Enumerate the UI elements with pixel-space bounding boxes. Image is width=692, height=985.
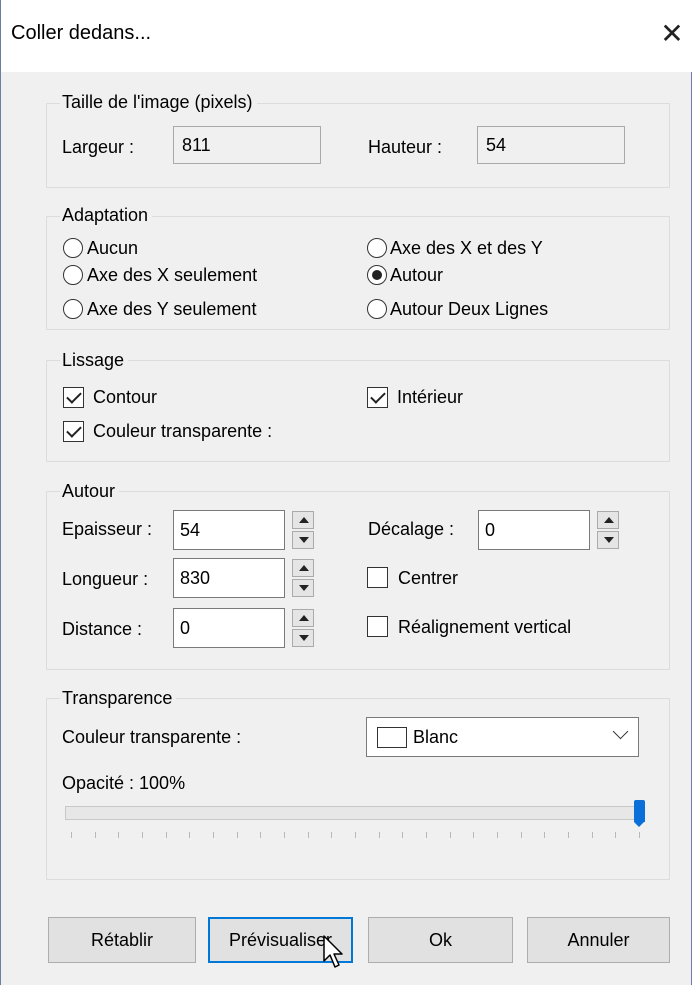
slider-tick [331, 832, 333, 838]
radio-axe-x-label[interactable]: Axe des X seulement [87, 265, 257, 286]
slider-tick [260, 832, 262, 838]
longueur-input[interactable]: 830 [173, 558, 285, 598]
radio-axe-xy-label[interactable]: Axe des X et des Y [390, 238, 543, 259]
opacity-label: Opacité : 100% [62, 773, 186, 793]
distance-label: Distance : [62, 619, 143, 639]
radio-aucun-label[interactable]: Aucun [87, 238, 138, 259]
chevron-down-icon[interactable] [612, 723, 629, 740]
epaisseur-input[interactable]: 54 [173, 510, 285, 550]
ok-button[interactable]: Ok [368, 917, 513, 963]
interieur-checkbox[interactable] [367, 387, 388, 408]
slider-tick [307, 832, 309, 838]
longueur-spinner[interactable] [292, 559, 314, 597]
spin-down-icon[interactable] [292, 579, 314, 597]
slider-tick [165, 832, 167, 838]
slider-tick [378, 832, 380, 838]
spin-down-icon[interactable] [292, 531, 314, 549]
slider-tick [355, 832, 356, 838]
radio-axe-y[interactable] [63, 299, 83, 319]
transparent-color-select[interactable]: Blanc [366, 717, 639, 757]
reset-button[interactable]: Rétablir [48, 917, 196, 963]
radio-autour-label[interactable]: Autour [390, 265, 443, 286]
title-bar: Coller dedans... ✕ [1, 0, 692, 72]
mouse-pointer-icon [323, 935, 343, 968]
slider-tick [94, 832, 96, 838]
transparent-color-label[interactable]: Couleur transparente : [93, 421, 272, 442]
distance-input[interactable]: 0 [173, 608, 285, 648]
slider-tick [426, 832, 427, 838]
slider-tick [520, 832, 522, 838]
distance-spinner[interactable] [292, 609, 314, 647]
spin-up-icon[interactable] [292, 511, 314, 529]
radio-axe-x[interactable] [63, 265, 83, 285]
transparent-color-select-label: Couleur transparente : [62, 727, 242, 747]
color-swatch [377, 727, 407, 748]
realign-vertical-checkbox[interactable] [367, 616, 388, 637]
dialog-title: Coller dedans... [11, 22, 152, 44]
contour-label[interactable]: Contour [93, 387, 157, 408]
radio-aucun[interactable] [63, 238, 83, 258]
slider-tick [71, 832, 72, 838]
spin-down-icon[interactable] [597, 531, 619, 549]
slider-tick [591, 832, 593, 838]
longueur-label: Longueur : [62, 569, 149, 589]
spin-down-icon[interactable] [292, 629, 314, 647]
radio-axe-y-label[interactable]: Axe des Y seulement [87, 299, 256, 320]
slider-tick [236, 832, 238, 838]
radio-autour-deux-lignes[interactable] [367, 299, 387, 319]
spin-up-icon[interactable] [292, 559, 314, 577]
radio-axe-xy[interactable] [367, 238, 387, 258]
transparence-legend: Transparence [60, 688, 177, 709]
width-field: 811 [173, 126, 321, 164]
slider-tick [449, 832, 451, 838]
centrer-checkbox[interactable] [367, 567, 388, 588]
slider-tick [402, 832, 404, 838]
realign-vertical-label[interactable]: Réalignement vertical [398, 617, 571, 638]
slider-tick [544, 832, 546, 838]
transparent-color-checkbox[interactable] [63, 421, 84, 442]
decalage-spinner[interactable] [597, 511, 619, 549]
epaisseur-label: Epaisseur : [62, 519, 153, 539]
cancel-button[interactable]: Annuler [527, 917, 670, 963]
slider-tick [118, 832, 120, 838]
decalage-input[interactable]: 0 [478, 510, 590, 550]
slider-tick [142, 832, 143, 838]
slider-tick [473, 832, 475, 838]
lissage-group [46, 360, 670, 462]
slider-tick [615, 832, 617, 838]
height-label: Hauteur : [368, 137, 443, 157]
slider-tick [189, 832, 191, 838]
height-field: 54 [477, 126, 625, 164]
slider-tick [497, 832, 498, 838]
contour-checkbox[interactable] [63, 387, 84, 408]
autour-legend: Autour [60, 481, 120, 502]
close-icon[interactable]: ✕ [657, 16, 687, 52]
decalage-label: Décalage : [368, 519, 455, 539]
lissage-legend: Lissage [60, 350, 129, 371]
image-size-legend: Taille de l'image (pixels) [60, 92, 257, 113]
slider-tick [639, 832, 640, 838]
opacity-slider-track[interactable] [65, 806, 645, 820]
adaptation-legend: Adaptation [60, 205, 153, 226]
epaisseur-spinner[interactable] [292, 511, 314, 549]
transparent-color-value: Blanc [413, 727, 459, 747]
spin-up-icon[interactable] [292, 609, 314, 627]
radio-autour[interactable] [367, 265, 387, 285]
slider-tick [284, 832, 285, 838]
slider-tick [213, 832, 214, 838]
opacity-slider-thumb[interactable] [634, 800, 645, 827]
radio-autour-deux-lignes-label[interactable]: Autour Deux Lignes [390, 299, 548, 320]
slider-tick [568, 832, 569, 838]
centrer-label[interactable]: Centrer [398, 568, 458, 589]
spin-up-icon[interactable] [597, 511, 619, 529]
width-label: Largeur : [62, 137, 135, 157]
interieur-label[interactable]: Intérieur [397, 387, 463, 408]
paste-into-dialog: Coller dedans... ✕ Taille de l'image (pi… [0, 0, 692, 985]
